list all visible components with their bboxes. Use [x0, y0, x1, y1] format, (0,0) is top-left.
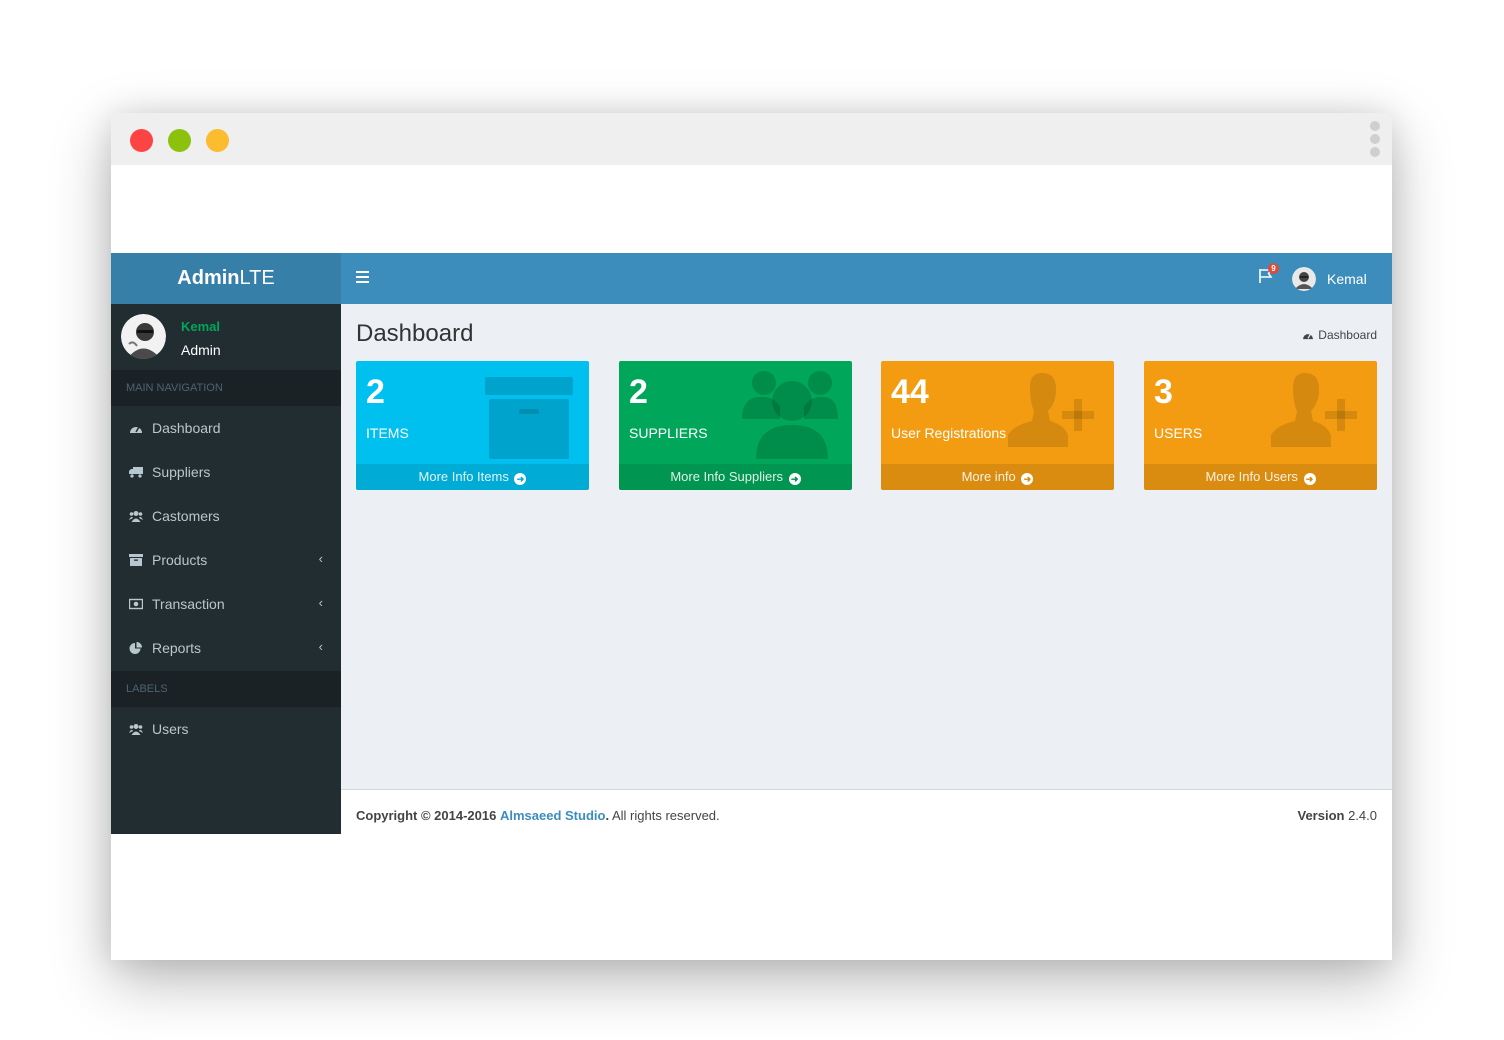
footer: Copyright © 2014-2016 Almsaeed Studio. A… — [341, 789, 1392, 834]
app-logo[interactable]: AdminLTE — [111, 253, 341, 304]
users-icon — [129, 724, 143, 735]
sidebar: Kemal Admin MAIN NAVIGATION Dashboard Su… — [111, 304, 341, 834]
avatar — [1292, 267, 1316, 291]
stat-caption: USERS — [1154, 425, 1203, 441]
sidebar-item-label: Transaction — [152, 596, 225, 612]
suppliers-stat-box: 2 SUPPLIERS More Info Suppliers ➜ — [619, 361, 852, 490]
user-panel-name: Kemal — [181, 319, 221, 334]
sidebar-item-castomers[interactable]: Castomers — [111, 494, 341, 538]
archive-icon — [129, 554, 143, 566]
avatar — [121, 314, 166, 359]
admin-app: AdminLTE 9 Kemal Kemal Admin MAIN NAVIGA… — [111, 253, 1392, 834]
arrow-circle-right-icon: ➜ — [514, 473, 527, 485]
notifications-button[interactable]: 9 — [1258, 263, 1279, 288]
top-navbar: 9 Kemal — [341, 253, 1392, 304]
user-menu[interactable]: Kemal — [1292, 253, 1392, 304]
sidebar-header-main-navigation: MAIN NAVIGATION — [111, 370, 341, 406]
pie-chart-icon — [129, 642, 142, 654]
stat-caption: ITEMS — [366, 425, 409, 441]
sidebar-item-label: Castomers — [152, 508, 220, 524]
breadcrumb[interactable]: Dashboard — [1302, 328, 1377, 342]
more-info-registrations-link[interactable]: More info ➜ — [881, 464, 1114, 490]
sidebar-item-products[interactable]: Products ‹ — [111, 538, 341, 582]
notifications-badge: 9 — [1268, 263, 1279, 274]
sidebar-item-label: Suppliers — [152, 464, 211, 480]
dashboard-icon — [1303, 333, 1314, 340]
more-info-suppliers-link[interactable]: More Info Suppliers ➜ — [619, 464, 852, 490]
sidebar-toggle-icon[interactable] — [356, 271, 369, 283]
users-icon — [129, 511, 143, 522]
stat-caption: SUPPLIERS — [629, 425, 708, 441]
sidebar-item-reports[interactable]: Reports ‹ — [111, 626, 341, 670]
sidebar-item-users[interactable]: Users — [111, 707, 341, 751]
page-title: Dashboard — [356, 320, 474, 347]
truck-icon — [129, 467, 143, 478]
stat-caption: User Registrations — [891, 425, 1007, 441]
sidebar-item-dashboard[interactable]: Dashboard — [111, 406, 341, 450]
user-plus-icon — [1271, 373, 1357, 447]
user-panel-role: Admin — [181, 342, 221, 358]
sidebar-item-suppliers[interactable]: Suppliers — [111, 450, 341, 494]
more-info-users-link[interactable]: More Info Users ➜ — [1144, 464, 1377, 490]
user-plus-icon — [1008, 373, 1094, 447]
chevron-left-icon: ‹ — [318, 551, 323, 566]
sidebar-item-label: Reports — [152, 640, 202, 656]
items-stat-box: 2 ITEMS More Info Items ➜ — [356, 361, 589, 490]
sidebar-item-transaction[interactable]: Transaction ‹ — [111, 582, 341, 626]
minimize-window-button[interactable] — [206, 129, 229, 152]
sidebar-item-label: Products — [152, 552, 208, 568]
arrow-circle-right-icon: ➜ — [788, 473, 801, 485]
stat-number: 3 — [1154, 373, 1173, 411]
sidebar-item-label: Dashboard — [152, 420, 221, 436]
footer-copyright: Copyright © 2014-2016 Almsaeed Studio. A… — [356, 808, 720, 823]
browser-window: AdminLTE 9 Kemal Kemal Admin MAIN NAVIGA… — [111, 113, 1392, 960]
money-icon — [129, 598, 143, 610]
user-registrations-stat-box: 44 User Registrations More info ➜ — [881, 361, 1114, 490]
footer-version: Version 2.4.0 — [1297, 808, 1377, 823]
user-menu-name: Kemal — [1327, 271, 1367, 287]
archive-icon — [485, 377, 573, 459]
main-content: Dashboard Dashboard 2 ITEMS More Info It… — [341, 304, 1392, 789]
arrow-circle-right-icon: ➜ — [1021, 473, 1034, 485]
window-menu-icon[interactable] — [1370, 121, 1380, 159]
more-info-items-link[interactable]: More Info Items ➜ — [356, 464, 589, 490]
chevron-left-icon: ‹ — [318, 595, 323, 610]
arrow-circle-right-icon: ➜ — [1303, 473, 1316, 485]
chevron-left-icon: ‹ — [318, 639, 323, 654]
users-stat-box: 3 USERS More Info Users ➜ — [1144, 361, 1377, 490]
users-icon — [742, 371, 838, 459]
sidebar-header-labels: LABELS — [111, 671, 341, 707]
dashboard-icon — [130, 426, 142, 433]
stat-number: 2 — [629, 373, 648, 411]
close-window-button[interactable] — [130, 129, 153, 152]
sidebar-item-label: Users — [152, 721, 189, 737]
stat-number: 2 — [366, 373, 385, 411]
company-link[interactable]: Almsaeed Studio — [500, 808, 605, 823]
window-titlebar — [111, 113, 1392, 165]
stat-number: 44 — [891, 373, 929, 411]
maximize-window-button[interactable] — [168, 129, 191, 152]
user-panel: Kemal Admin — [111, 304, 341, 370]
